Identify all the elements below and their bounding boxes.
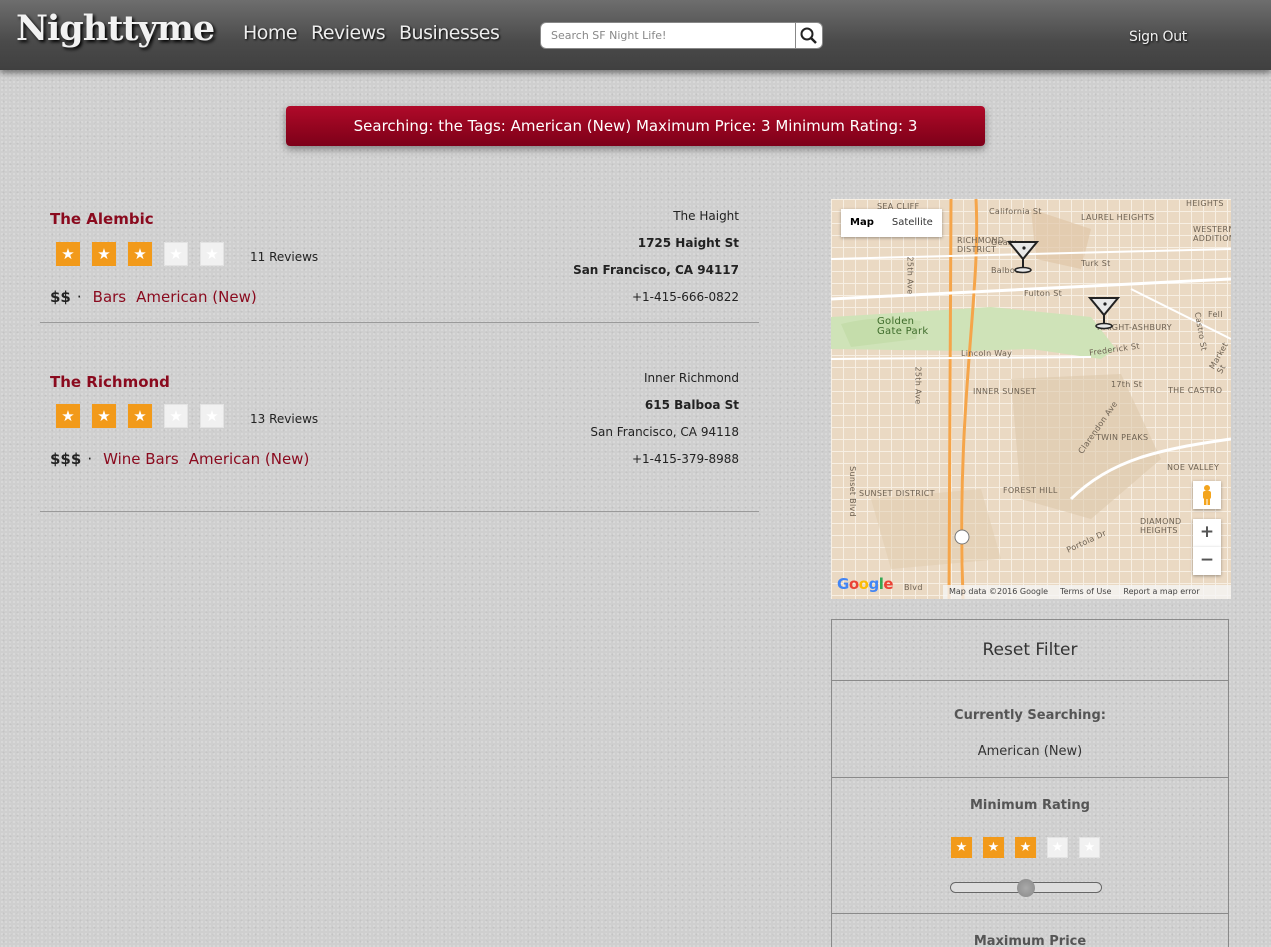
map-label: Lincoln Way xyxy=(961,349,1013,358)
currently-searching-value: American (New) xyxy=(977,744,1083,759)
tag-link[interactable]: American (New) xyxy=(136,288,257,306)
map-footer: Map data ©2016 Google Terms of Use Repor… xyxy=(943,585,1231,599)
star-filled-icon: ★ xyxy=(128,404,152,428)
minimum-rating-stars: ★ ★ ★ ★ ★ xyxy=(951,837,1100,858)
maximum-price-label: Maximum Price xyxy=(973,934,1087,947)
star-empty-icon: ★ xyxy=(200,242,224,266)
business-name-link[interactable]: The Alembic xyxy=(50,210,154,228)
currently-searching-label: Currently Searching: xyxy=(954,708,1106,723)
tag-link[interactable]: American (New) xyxy=(189,450,310,468)
minimum-rating-section: Minimum Rating ★ ★ ★ ★ ★ xyxy=(832,778,1228,914)
tag-link[interactable]: Bars xyxy=(93,288,126,306)
street-address: 615 Balboa St xyxy=(644,398,739,412)
map-label: Blvd xyxy=(904,583,923,592)
minimum-rating-label: Minimum Rating xyxy=(970,798,1090,813)
zoom-out-button[interactable]: − xyxy=(1193,547,1221,575)
review-count[interactable]: 13 Reviews xyxy=(250,412,318,426)
city-address: San Francisco, CA 94117 xyxy=(573,263,739,277)
map-label: 25th Ave xyxy=(905,256,915,295)
report-map-error-link[interactable]: Report a map error xyxy=(1123,585,1199,599)
map-label: DIAMOND HEIGHTS xyxy=(1140,517,1182,535)
street-address: 1725 Haight St xyxy=(637,236,739,250)
map-label: Fulton St xyxy=(1024,289,1063,298)
map-label: Sunset Blvd xyxy=(847,466,857,517)
city-address: San Francisco, CA 94118 xyxy=(590,425,739,439)
map-label: California St xyxy=(989,207,1042,216)
star-empty-icon[interactable]: ★ xyxy=(1079,837,1100,858)
maximum-price-section: Maximum Price xyxy=(832,914,1228,947)
separator: · xyxy=(87,450,93,468)
nav-home[interactable]: Home xyxy=(243,22,298,44)
search-button[interactable] xyxy=(795,22,823,49)
price-level: $$$ xyxy=(50,450,82,468)
map-label: Golden Gate Park xyxy=(877,316,929,337)
map-label: FOREST HILL xyxy=(1003,486,1058,495)
star-empty-icon: ★ xyxy=(200,404,224,428)
star-filled-icon: ★ xyxy=(92,242,116,266)
review-count[interactable]: 11 Reviews xyxy=(250,250,318,264)
star-filled-icon: ★ xyxy=(128,242,152,266)
star-filled-icon[interactable]: ★ xyxy=(983,837,1004,858)
slider-thumb[interactable] xyxy=(1017,879,1035,897)
map-label: Turk St xyxy=(1081,259,1111,268)
search-criteria-banner: Searching: the Tags: American (New) Maxi… xyxy=(286,106,985,146)
map-label: HEIGHTS xyxy=(1186,199,1224,208)
map-attribution: Map data ©2016 Google xyxy=(949,587,1049,596)
price-level: $$ xyxy=(50,288,71,306)
rating-stars: ★ ★ ★ ★ ★ xyxy=(56,242,224,266)
sign-out-link[interactable]: Sign Out xyxy=(1129,29,1187,45)
list-item: The Richmond ★ ★ ★ ★ ★ 13 Reviews $$$ · … xyxy=(40,362,759,512)
star-filled-icon[interactable]: ★ xyxy=(951,837,972,858)
nav-businesses[interactable]: Businesses xyxy=(399,22,500,44)
neighborhood: The Haight xyxy=(673,209,739,223)
nav-reviews[interactable]: Reviews xyxy=(311,22,386,44)
rating-stars: ★ ★ ★ ★ ★ xyxy=(56,404,224,428)
phone-number: +1-415-666-0822 xyxy=(631,290,739,304)
reset-filter-button[interactable]: Reset Filter xyxy=(832,620,1228,681)
cocktail-marker-icon[interactable] xyxy=(1087,295,1121,331)
list-item: The Alembic ★ ★ ★ ★ ★ 11 Reviews $$ · Ba… xyxy=(40,200,759,323)
map-label: NOE VALLEY xyxy=(1167,463,1220,472)
map-label: THE CASTRO xyxy=(1168,386,1223,395)
map-view-button[interactable]: Map xyxy=(841,209,883,237)
map-type-control: Map Satellite xyxy=(841,209,942,237)
star-filled-icon: ★ xyxy=(92,404,116,428)
map-label: INNER SUNSET xyxy=(973,387,1037,396)
currently-searching-section: Currently Searching: American (New) xyxy=(832,681,1228,778)
map-label: LAUREL HEIGHTS xyxy=(1081,213,1155,222)
separator: · xyxy=(76,288,82,306)
search-input[interactable]: Search SF Night Life! xyxy=(540,22,796,49)
tag-link[interactable]: Wine Bars xyxy=(103,450,179,468)
terms-of-use-link[interactable]: Terms of Use xyxy=(1060,585,1111,599)
google-logo[interactable]: Google xyxy=(837,575,894,593)
neighborhood: Inner Richmond xyxy=(643,371,739,385)
site-logo[interactable]: Nighttyme xyxy=(16,8,215,49)
zoom-in-button[interactable]: + xyxy=(1193,519,1221,547)
map-label: SUNSET DISTRICT xyxy=(859,489,935,498)
cocktail-marker-icon[interactable] xyxy=(1006,239,1040,275)
star-filled-icon: ★ xyxy=(56,404,80,428)
top-navigation-bar: Nighttyme Home Reviews Businesses Search… xyxy=(0,0,1271,70)
search-icon xyxy=(800,27,817,44)
map-label: TWIN PEAKS xyxy=(1096,433,1149,442)
satellite-view-button[interactable]: Satellite xyxy=(883,209,942,237)
star-filled-icon[interactable]: ★ xyxy=(1015,837,1036,858)
map-label: WESTERN ADDITION xyxy=(1193,225,1231,243)
street-view-pegman-button[interactable] xyxy=(1193,481,1221,509)
star-empty-icon[interactable]: ★ xyxy=(1047,837,1068,858)
price-tags-row: $$ · Bars American (New) xyxy=(50,288,267,306)
map-label: Fell xyxy=(1208,310,1223,319)
pegman-icon xyxy=(1203,485,1211,505)
star-empty-icon: ★ xyxy=(164,242,188,266)
map-widget[interactable]: SEA CLIFF California St LAUREL HEIGHTS H… xyxy=(831,199,1231,599)
star-filled-icon: ★ xyxy=(56,242,80,266)
price-tags-row: $$$ · Wine Bars American (New) xyxy=(50,450,319,468)
business-name-link[interactable]: The Richmond xyxy=(50,373,170,391)
phone-number: +1-415-379-8988 xyxy=(631,452,739,466)
star-empty-icon: ★ xyxy=(164,404,188,428)
filter-panel: Reset Filter Currently Searching: Americ… xyxy=(831,619,1229,947)
map-label: 17th St xyxy=(1111,380,1143,389)
map-label: 25th Ave xyxy=(913,366,923,405)
